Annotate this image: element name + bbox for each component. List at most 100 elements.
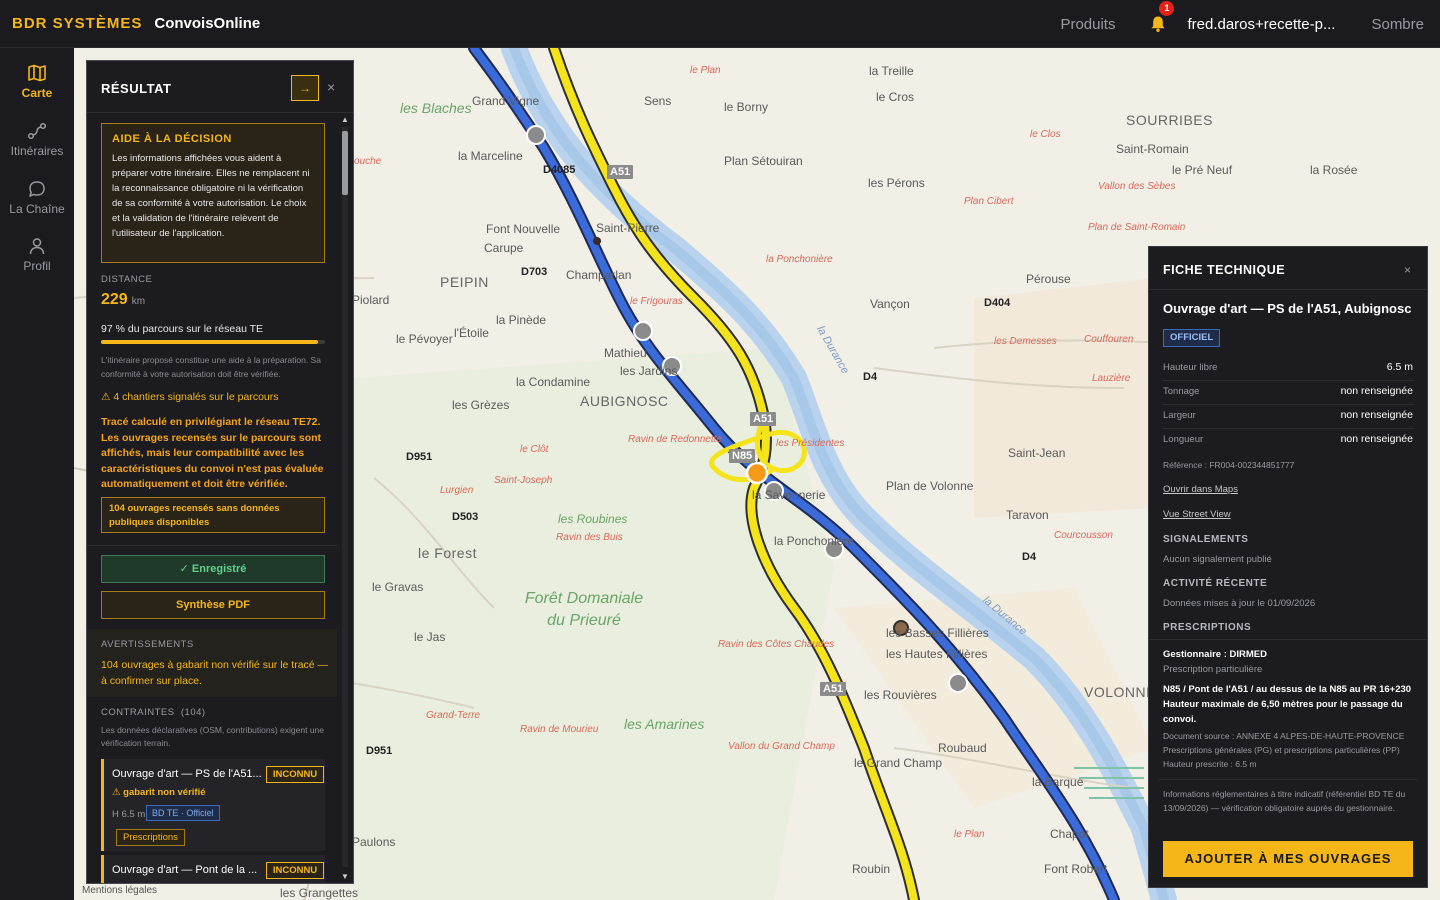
nav-item-profil[interactable]: Profil	[0, 237, 74, 273]
gauge-warning: ⚠ gabarit non vérifié	[112, 787, 206, 798]
map-label: Grand Vigne	[472, 94, 540, 108]
highway-shield: A51	[820, 682, 847, 696]
map-label: Couffouren	[1084, 334, 1134, 345]
constraints-count: (104)	[180, 707, 206, 718]
spec-key: Hauteur libre	[1163, 362, 1218, 373]
map-label: Font Nouvelle	[486, 222, 561, 236]
theme-toggle[interactable]: Sombre	[1371, 16, 1424, 33]
products-link[interactable]: Produits	[1060, 16, 1115, 33]
constraint-item[interactable]: Ouvrage d'art — Pont de la ... INCONNU	[101, 855, 325, 883]
map-label: les Rouvières	[864, 688, 937, 702]
legal-link[interactable]: Mentions légales	[82, 885, 157, 896]
activity-text: Données mises à jour le 01/09/2026	[1163, 598, 1316, 609]
map-label: le Pré Neuf	[1172, 163, 1233, 177]
constraints-note: Les données déclaratives (OSM, contribut…	[101, 725, 325, 748]
street-view-link[interactable]: Vue Street View	[1163, 509, 1231, 520]
chat-icon	[29, 181, 45, 197]
nav-label-chaine: La Chaîne	[9, 202, 65, 216]
app-name[interactable]: ConvoisOnline	[154, 15, 260, 32]
nav-label-itineraires: Itinéraires	[10, 144, 64, 158]
map-label: les Demesses	[994, 336, 1057, 347]
map-label: PEIPIN	[440, 274, 489, 290]
distance-unit: km	[131, 296, 146, 307]
map-label: Roubin	[852, 862, 891, 876]
close-icon[interactable]: ×	[327, 79, 335, 95]
map-label: Font Robert	[1044, 862, 1108, 876]
map-label: le Frigouras	[630, 296, 683, 307]
close-icon[interactable]: ×	[1404, 263, 1411, 277]
divider	[1149, 289, 1427, 290]
map-label: Pérouse	[1026, 272, 1071, 286]
nav-item-itineraires[interactable]: Itinéraires	[0, 122, 74, 158]
brand-logo[interactable]: BDR SYSTÈMES	[12, 15, 142, 32]
decision-help-box: AIDE À LA DÉCISION Les informations affi…	[101, 123, 325, 263]
pdf-summary-button[interactable]: Synthèse PDF	[101, 591, 325, 619]
spec-value: non renseignée	[1340, 385, 1413, 397]
scroll-up-icon[interactable]: ▲	[341, 115, 349, 124]
map-label: le Clos	[1030, 129, 1061, 140]
prescriptions-button[interactable]: Prescriptions	[116, 829, 185, 846]
map-label: le Pévoyer	[396, 332, 453, 346]
divider	[1149, 639, 1427, 640]
top-bar-actions: Produits 1 fred.daros+recette-p... Sombr…	[1060, 0, 1440, 48]
spec-row: Hauteur libre 6.5 m	[1163, 357, 1415, 381]
map-label: Saint-Jean	[1008, 446, 1066, 460]
divider	[1159, 779, 1417, 780]
map-label: Vallon du Grand Champ	[728, 741, 835, 752]
map-label: Ravin des Côtes Chaudes	[718, 639, 835, 650]
user-menu[interactable]: fred.daros+recette-p...	[1187, 16, 1335, 33]
map-label: Roubaud	[938, 741, 987, 755]
nav-item-chaine[interactable]: La Chaîne	[0, 180, 74, 216]
result-title: RÉSULTAT	[101, 81, 172, 96]
panel-scrollbar[interactable]: ▲ ▼	[339, 115, 351, 881]
map-label: la Savonnerie	[752, 488, 826, 502]
open-maps-link[interactable]: Ouvrir dans Maps	[1163, 484, 1238, 495]
map-label: le Gravas	[372, 580, 424, 594]
technical-sheet-panel: FICHE TECHNIQUE × Ouvrage d'art — PS de …	[1148, 246, 1428, 888]
map-label: Courcousson	[1054, 530, 1113, 541]
constraints-label: CONTRAINTES (104)	[101, 707, 206, 718]
nav-item-carte[interactable]: Carte	[0, 64, 74, 100]
map-label: les Pérons	[868, 176, 925, 190]
constraint-title: Ouvrage d'art — Pont de la ...	[112, 864, 258, 876]
constraint-item[interactable]: Ouvrage d'art — PS de l'A51... INCONNU ⚠…	[101, 759, 325, 851]
prescribed-height: Hauteur prescrite : 6.5 m	[1163, 759, 1257, 769]
spec-value: non renseignée	[1340, 409, 1413, 421]
saved-button[interactable]: ✓ Enregistré	[101, 555, 325, 583]
spec-key: Largeur	[1163, 410, 1196, 421]
map-label: Vallon des Sèbes	[1098, 181, 1176, 192]
distance-number: 229	[101, 291, 128, 308]
highway-shield: N85	[729, 449, 756, 463]
map-label: Paulons	[352, 835, 396, 849]
nav-rail: Carte Itinéraires La Chaîne Profil	[0, 48, 74, 900]
spec-key: Longueur	[1163, 434, 1204, 445]
prescriptions-label: PRESCRIPTIONS	[1163, 622, 1252, 633]
route-icon	[27, 122, 47, 140]
add-to-my-structures-button[interactable]: AJOUTER À MES OUVRAGES	[1163, 841, 1413, 877]
collapse-panel-button[interactable]: →	[291, 75, 319, 101]
map-label: Lauzière	[1092, 373, 1131, 384]
map-label: Piolard	[352, 293, 390, 307]
distance-value: 229 km	[101, 291, 145, 309]
scroll-down-icon[interactable]: ▼	[341, 872, 349, 881]
map-label: Ravin de Mourieu	[520, 724, 599, 735]
decision-help-title: AIDE À LA DÉCISION	[112, 133, 232, 145]
regulatory-info: Informations réglementaires à titre indi…	[1163, 789, 1406, 813]
map-label: Saint-Joseph	[494, 475, 553, 486]
notifications-button[interactable]: 1	[1149, 1, 1175, 33]
map-label: les Grangettes	[280, 886, 359, 900]
map-label: Champarlan	[566, 268, 632, 282]
spec-row: Tonnage non renseignée	[1163, 381, 1415, 405]
spec-value: non renseignée	[1340, 433, 1413, 445]
result-panel-body: AIDE À LA DÉCISION Les informations affi…	[87, 113, 337, 883]
distance-label: DISTANCE	[101, 274, 153, 285]
decision-help-text: Les informations affichées vous aident à…	[112, 153, 310, 239]
map-label: Vançon	[870, 297, 910, 311]
manager-name: Gestionnaire : DIRMED	[1163, 649, 1267, 660]
height-value: H 6.5 m	[112, 809, 146, 820]
reports-text: Aucun signalement publié	[1163, 554, 1272, 565]
reference-text: Référence : FR004-002344851777	[1163, 460, 1295, 470]
user-icon	[29, 238, 45, 255]
activity-label: ACTIVITÉ RÉCENTE	[1163, 578, 1268, 589]
scrollbar-thumb[interactable]	[342, 131, 348, 195]
